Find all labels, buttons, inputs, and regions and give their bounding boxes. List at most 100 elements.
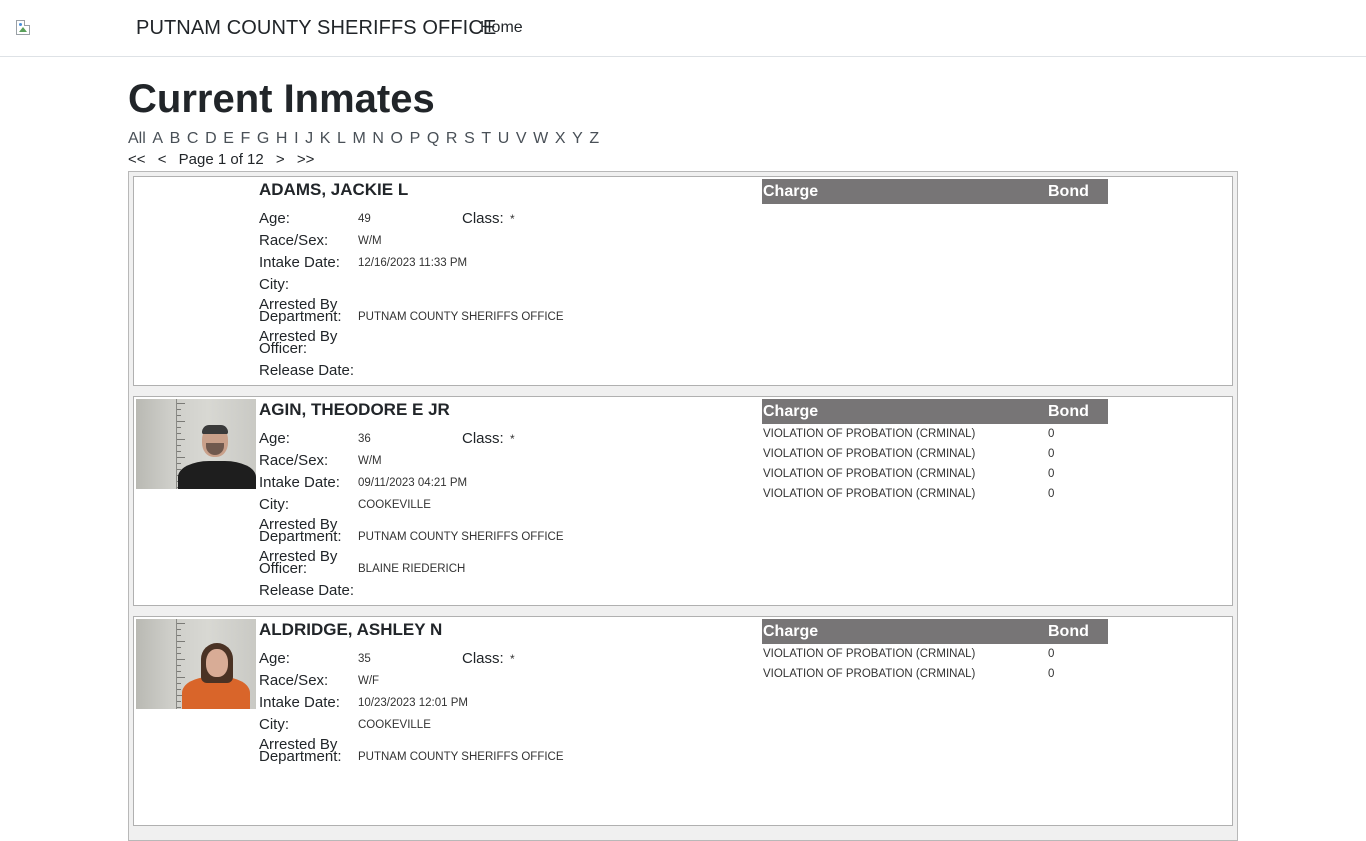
inmate-name: AGIN, THEODORE E JR (259, 400, 450, 419)
officer-label: Arrested By Officer: (259, 548, 338, 577)
class-value: * (510, 432, 515, 446)
alphabet-filter: All A B C D E F G H I J K L M N O P Q R S T U V W X Y Z (128, 130, 1238, 148)
prev-page-link[interactable]: < (158, 151, 167, 168)
city-value: COOKEVILLE (358, 719, 431, 731)
alpha-link-a[interactable]: A (152, 130, 163, 147)
age-label: Age: (259, 210, 290, 227)
charges-table: Charge Bond VIOLATION OF PROBATION (CRMI… (762, 399, 1108, 504)
bond-cell: 0 (1048, 468, 1055, 480)
charge-row: VIOLATION OF PROBATION (CRMINAL) 0 (762, 664, 1108, 684)
race-sex-value: W/M (358, 455, 382, 467)
age-value: 36 (358, 433, 371, 445)
intake-label: Intake Date: (259, 694, 340, 711)
charge-column-header: Charge (763, 183, 819, 200)
alpha-link-f[interactable]: F (240, 130, 250, 147)
intake-value: 12/16/2023 11:33 PM (358, 257, 468, 269)
alpha-link-n[interactable]: N (372, 130, 384, 147)
charge-cell: VIOLATION OF PROBATION (CRMINAL) (763, 428, 976, 440)
dept-value: PUTNAM COUNTY SHERIFFS OFFICE (358, 751, 564, 763)
alpha-link-c[interactable]: C (187, 130, 199, 147)
alpha-link-x[interactable]: X (555, 130, 566, 147)
broken-image-icon[interactable] (16, 20, 32, 36)
charge-row: VIOLATION OF PROBATION (CRMINAL) 0 (762, 484, 1108, 504)
class-label: Class: (462, 430, 504, 447)
race-sex-label: Race/Sex: (259, 672, 329, 689)
intake-value: 09/11/2023 04:21 PM (358, 477, 468, 489)
charge-cell: VIOLATION OF PROBATION (CRMINAL) (763, 668, 976, 680)
charge-row: VIOLATION OF PROBATION (CRMINAL) 0 (762, 444, 1108, 464)
intake-value: 10/23/2023 12:01 PM (358, 697, 468, 709)
alpha-link-u[interactable]: U (498, 130, 510, 147)
alpha-link-b[interactable]: B (170, 130, 181, 147)
inmate-card: AGIN, THEODORE E JR Age: 36 Class: * Rac… (133, 396, 1233, 606)
last-page-link[interactable]: >> (297, 151, 315, 168)
bond-cell: 0 (1048, 668, 1055, 680)
inmate-photo (136, 619, 256, 709)
alpha-link-i[interactable]: I (294, 130, 298, 147)
bond-cell: 0 (1048, 488, 1055, 500)
city-label: City: (259, 496, 289, 513)
class-label: Class: (462, 650, 504, 667)
charge-row: VIOLATION OF PROBATION (CRMINAL) 0 (762, 464, 1108, 484)
release-label: Release Date: (259, 582, 355, 599)
alpha-link-l[interactable]: L (337, 130, 346, 147)
city-label: City: (259, 716, 289, 733)
alpha-link-h[interactable]: H (276, 130, 288, 147)
alpha-link-t[interactable]: T (481, 130, 491, 147)
page-indicator: Page 1 of 12 (178, 151, 264, 168)
alpha-link-q[interactable]: Q (427, 130, 439, 147)
first-page-link[interactable]: << (128, 151, 146, 168)
race-sex-value: W/F (358, 675, 380, 687)
inmate-card: ADAMS, JACKIE L Age: 49 Class: * Race/Se… (133, 176, 1233, 386)
alpha-link-d[interactable]: D (205, 130, 217, 147)
alpha-link-k[interactable]: K (320, 130, 331, 147)
main-content: Current Inmates All A B C D E F G H I J K L M N O P Q R S T U… (128, 57, 1238, 841)
race-sex-label: Race/Sex: (259, 232, 329, 249)
officer-label: Arrested By Officer: (259, 328, 338, 357)
alpha-link-y[interactable]: Y (572, 130, 583, 147)
inmate-list: ADAMS, JACKIE L Age: 49 Class: * Race/Se… (128, 171, 1238, 841)
alpha-link-m[interactable]: M (352, 130, 365, 147)
pagination: << < Page 1 of 12 > >> (128, 151, 1238, 168)
dept-label: Arrested By Department: (259, 736, 342, 765)
charge-column-header: Charge (763, 623, 819, 640)
charges-table: Charge Bond VIOLATION OF PROBATION (CRMI… (762, 619, 1108, 684)
top-navbar: PUTNAM COUNTY SHERIFFS OFFICE Home (0, 0, 1366, 57)
charge-cell: VIOLATION OF PROBATION (CRMINAL) (763, 448, 976, 460)
alpha-link-z[interactable]: Z (589, 130, 599, 147)
city-label: City: (259, 276, 289, 293)
alpha-link-r[interactable]: R (446, 130, 458, 147)
age-value: 35 (358, 653, 371, 665)
alpha-link-p[interactable]: P (410, 130, 421, 147)
alpha-link-w[interactable]: W (533, 130, 548, 147)
alpha-link-j[interactable]: J (305, 130, 313, 147)
bond-cell: 0 (1048, 448, 1055, 460)
dept-value: PUTNAM COUNTY SHERIFFS OFFICE (358, 531, 564, 543)
age-label: Age: (259, 430, 290, 447)
charges-header: Charge Bond (762, 619, 1108, 644)
alpha-link-g[interactable]: G (257, 130, 269, 147)
charge-column-header: Charge (763, 403, 819, 420)
next-page-link[interactable]: > (276, 151, 285, 168)
dept-label: Arrested By Department: (259, 296, 342, 325)
alpha-link-v[interactable]: V (516, 130, 527, 147)
age-value: 49 (358, 213, 371, 225)
alpha-link-e[interactable]: E (223, 130, 234, 147)
alpha-link-all[interactable]: All (128, 130, 146, 147)
alpha-link-s[interactable]: S (464, 130, 475, 147)
bond-cell: 0 (1048, 428, 1055, 440)
brand-link[interactable]: PUTNAM COUNTY SHERIFFS OFFICE (136, 17, 496, 40)
race-sex-label: Race/Sex: (259, 452, 329, 469)
nav-home-link[interactable]: Home (480, 19, 523, 37)
charge-row: VIOLATION OF PROBATION (CRMINAL) 0 (762, 424, 1108, 444)
bond-cell: 0 (1048, 648, 1055, 660)
dept-value: PUTNAM COUNTY SHERIFFS OFFICE (358, 311, 564, 323)
alpha-link-o[interactable]: O (391, 130, 403, 147)
charges-header: Charge Bond (762, 179, 1108, 204)
charge-cell: VIOLATION OF PROBATION (CRMINAL) (763, 488, 976, 500)
bond-column-header: Bond (1048, 183, 1089, 200)
inmate-photo (136, 399, 256, 489)
intake-label: Intake Date: (259, 254, 340, 271)
bond-column-header: Bond (1048, 623, 1089, 640)
charge-row: VIOLATION OF PROBATION (CRMINAL) 0 (762, 644, 1108, 664)
